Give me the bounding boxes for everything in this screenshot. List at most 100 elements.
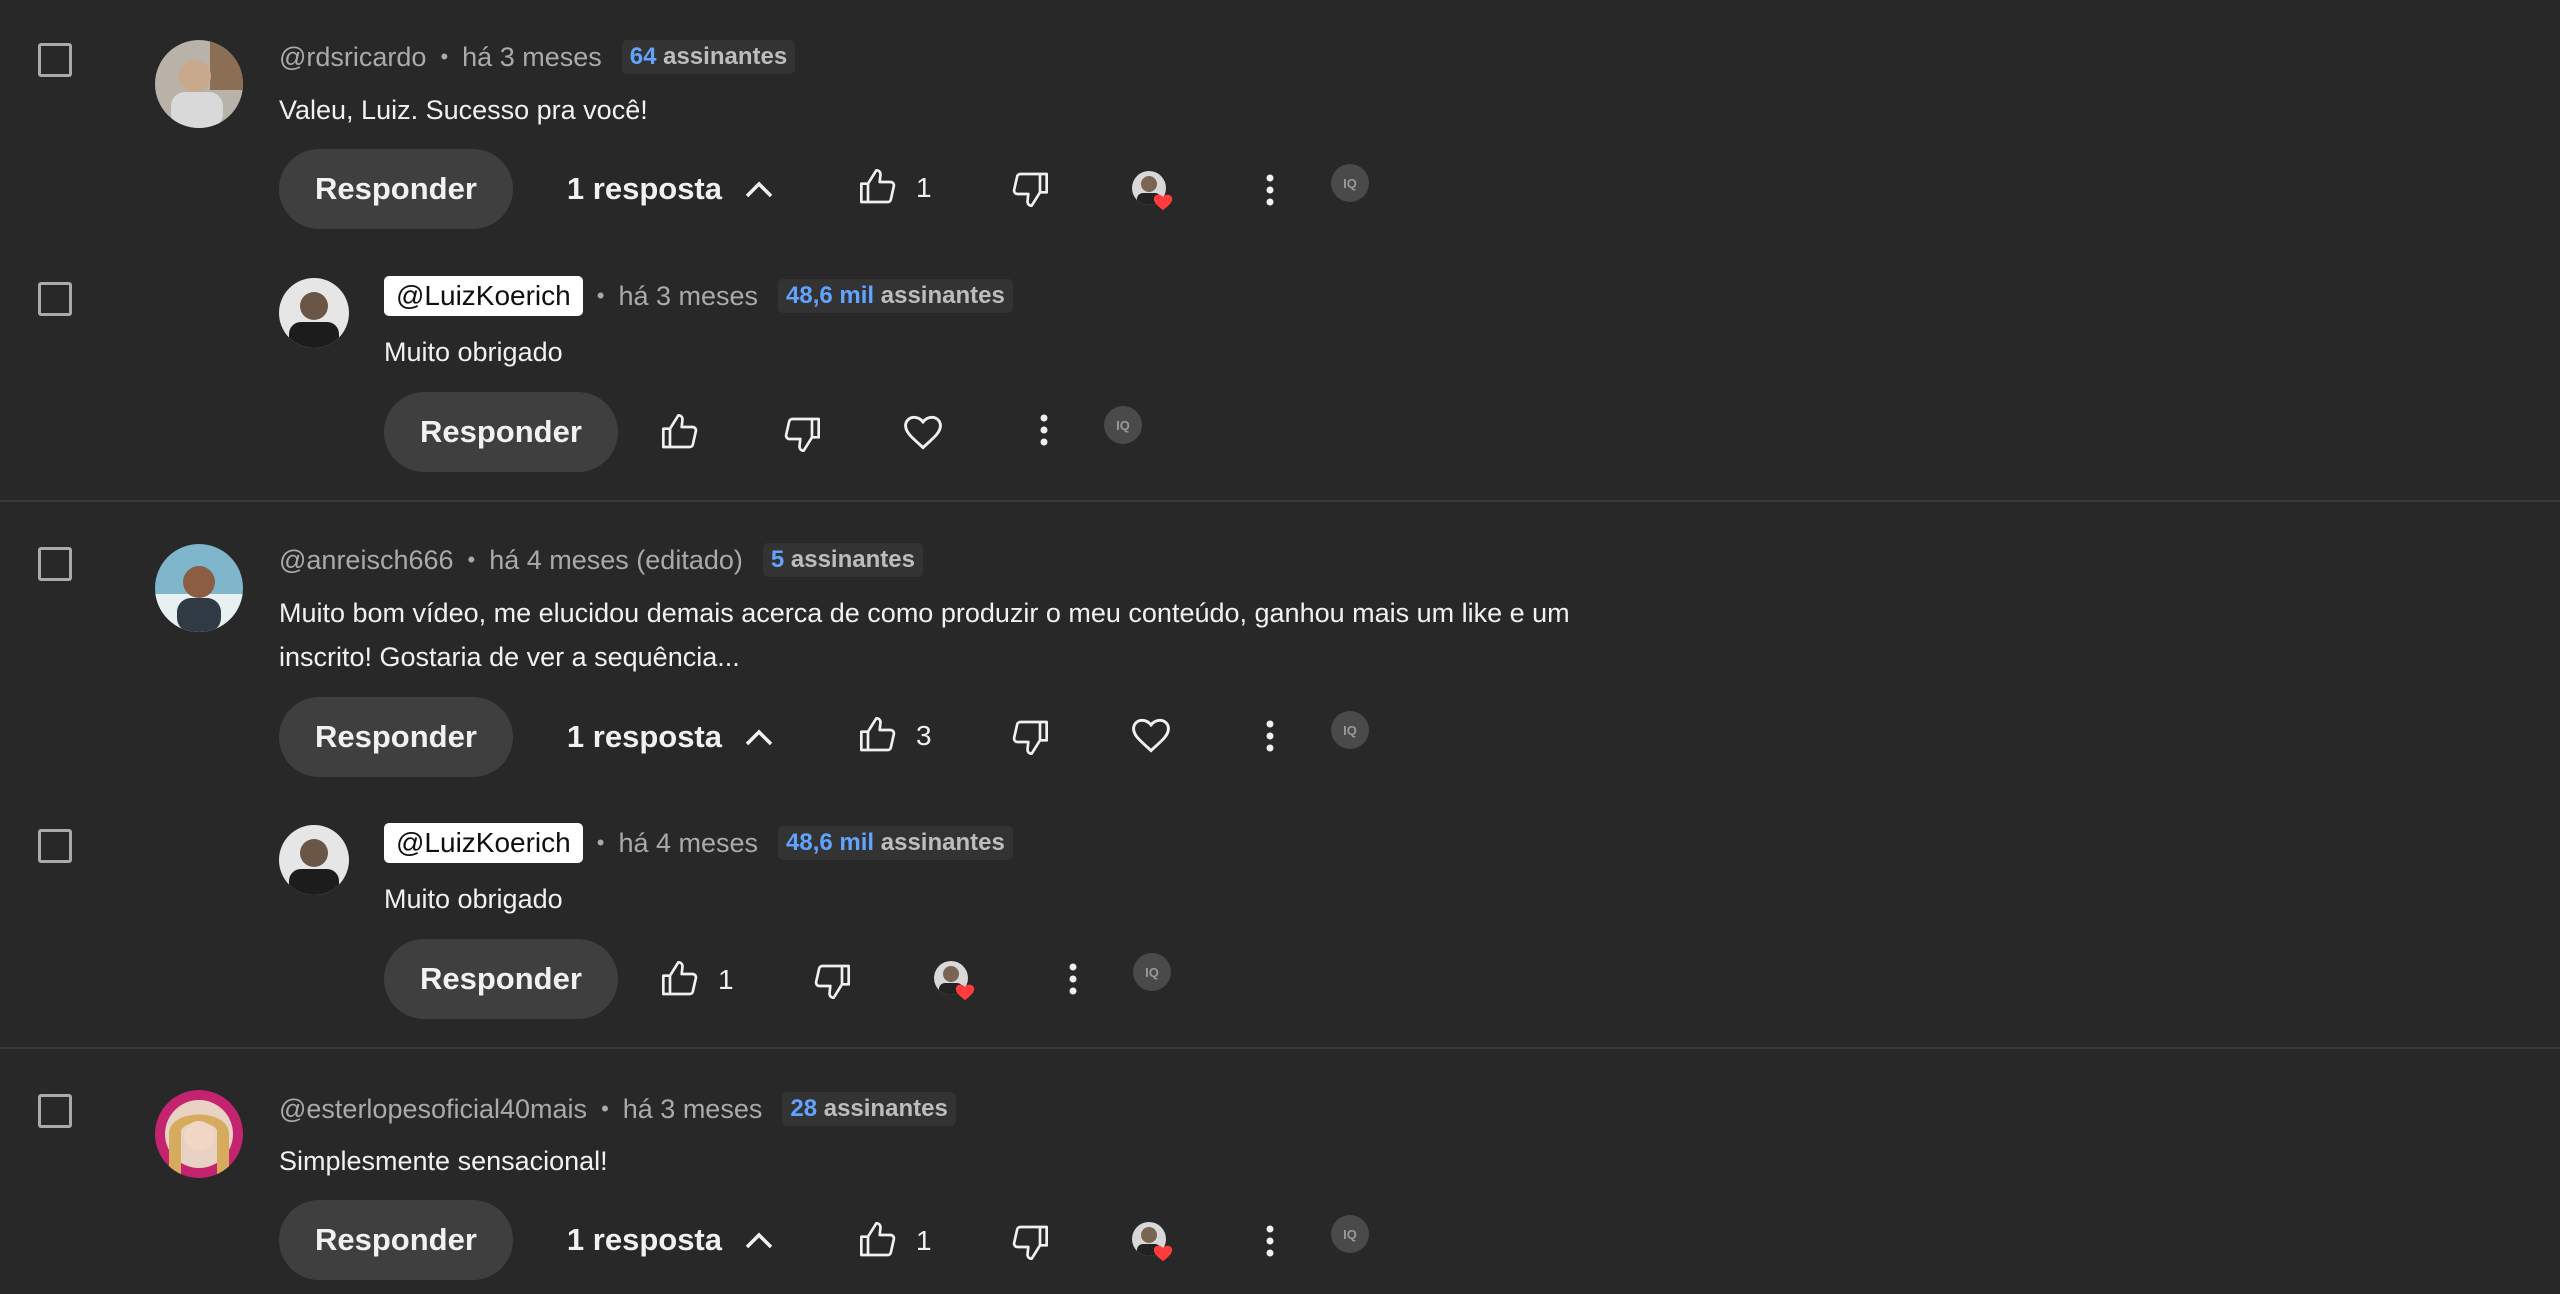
- like-button[interactable]: [658, 957, 702, 1001]
- more-vert-icon: [1040, 414, 1048, 446]
- thread-divider: [0, 500, 2560, 502]
- separator-dot: •: [596, 830, 605, 855]
- reply-button[interactable]: Responder: [279, 1200, 513, 1280]
- like-button[interactable]: [658, 410, 702, 454]
- author-handle[interactable]: @LuizKoerich: [384, 276, 583, 316]
- extension-badge[interactable]: IQ: [1331, 1215, 1369, 1253]
- subscriber-badge: 5 assinantes: [762, 543, 923, 577]
- more-vert-icon: [1069, 963, 1077, 995]
- subscriber-badge: 28 assinantes: [782, 1092, 956, 1126]
- comment-text-line: Muito bom vídeo, me elucidou demais acer…: [279, 598, 1570, 628]
- author-handle[interactable]: @esterlopesoficial40mais: [279, 1094, 587, 1125]
- avatar[interactable]: [279, 825, 349, 895]
- heart-icon: [1153, 194, 1173, 211]
- timestamp[interactable]: há 4 meses: [618, 828, 758, 859]
- creator-heart[interactable]: [1132, 171, 1173, 211]
- more-options-button[interactable]: [1255, 716, 1285, 756]
- author-handle[interactable]: @anreisch666: [279, 545, 454, 576]
- like-button[interactable]: [856, 1218, 900, 1262]
- comment-text: Muito bom vídeo, me elucidou demais acer…: [279, 591, 1570, 679]
- like-count: 1: [718, 964, 734, 995]
- avatar[interactable]: [155, 544, 243, 632]
- more-options-button[interactable]: [1058, 959, 1088, 999]
- separator-dot: •: [596, 283, 605, 308]
- timestamp[interactable]: há 3 meses: [623, 1094, 763, 1125]
- separator-dot: •: [440, 44, 449, 69]
- comment-text-line: inscrito! Gostaria de ver a sequência...: [279, 642, 740, 672]
- avatar[interactable]: [155, 40, 243, 128]
- extension-badge[interactable]: IQ: [1104, 406, 1142, 444]
- creator-heart[interactable]: [1132, 1222, 1173, 1262]
- extension-badge[interactable]: IQ: [1331, 711, 1369, 749]
- comment-header: @rdsricardo • há 3 meses 64 assinantes: [279, 37, 796, 77]
- like-count: 1: [916, 1225, 932, 1256]
- select-checkbox[interactable]: [38, 43, 72, 77]
- comment-actions: Responder 1 resposta: [279, 149, 774, 229]
- reply-button[interactable]: Responder: [384, 392, 618, 472]
- more-vert-icon: [1266, 720, 1274, 752]
- subscriber-badge: 48,6 mil assinantes: [778, 279, 1013, 313]
- select-checkbox[interactable]: [38, 829, 72, 863]
- thumbs-down-icon: [814, 964, 850, 999]
- subscriber-label: assinantes: [663, 43, 788, 70]
- subscriber-count: 5: [770, 546, 785, 573]
- select-checkbox[interactable]: [38, 1094, 72, 1128]
- heart-outline-icon: [904, 415, 942, 450]
- author-handle[interactable]: @LuizKoerich: [384, 823, 583, 863]
- thumbs-down-icon: [1012, 720, 1048, 755]
- thumbs-up-icon: [860, 1222, 896, 1257]
- timestamp[interactable]: há 3 meses: [462, 42, 602, 73]
- thumbs-up-icon: [860, 169, 896, 204]
- more-options-button[interactable]: [1255, 170, 1285, 210]
- heart-button[interactable]: [900, 410, 946, 454]
- comment-text: Simplesmente sensacional!: [279, 1146, 608, 1176]
- replies-toggle[interactable]: 1 resposta: [567, 1222, 774, 1258]
- replies-toggle[interactable]: 1 resposta: [567, 171, 774, 207]
- chevron-up-icon: [745, 1232, 773, 1249]
- replies-label: 1 resposta: [566, 719, 722, 754]
- creator-heart[interactable]: [934, 961, 975, 1001]
- extension-badge[interactable]: IQ: [1331, 164, 1369, 202]
- dislike-button[interactable]: [810, 959, 854, 1003]
- subscriber-label: assinantes: [790, 546, 915, 573]
- more-vert-icon: [1266, 1225, 1274, 1257]
- replies-toggle[interactable]: 1 resposta: [567, 719, 774, 755]
- dislike-button[interactable]: [1008, 1220, 1052, 1264]
- heart-button[interactable]: [1128, 713, 1174, 757]
- reply-button[interactable]: Responder: [384, 939, 618, 1019]
- replies-label: 1 resposta: [566, 171, 722, 206]
- reply-button[interactable]: Responder: [279, 149, 513, 229]
- more-options-button[interactable]: [1029, 410, 1059, 450]
- dislike-button[interactable]: [1008, 715, 1052, 759]
- thumbs-down-icon: [1012, 1225, 1048, 1260]
- avatar[interactable]: [279, 278, 349, 348]
- avatar[interactable]: [155, 1090, 243, 1178]
- select-checkbox[interactable]: [38, 282, 72, 316]
- comment-actions: Responder 1 resposta: [279, 697, 774, 777]
- separator-dot: •: [467, 547, 476, 572]
- comment-text: Muito obrigado: [384, 884, 563, 914]
- timestamp[interactable]: há 4 meses (editado): [489, 545, 743, 576]
- extension-badge[interactable]: IQ: [1133, 953, 1171, 991]
- more-vert-icon: [1266, 174, 1274, 206]
- dislike-button[interactable]: [780, 412, 824, 456]
- subscriber-count: 48,6 mil: [786, 829, 875, 856]
- comment-header: @esterlopesoficial40mais • há 3 meses 28…: [279, 1089, 956, 1129]
- like-button[interactable]: [856, 713, 900, 757]
- author-handle[interactable]: @rdsricardo: [279, 42, 426, 73]
- like-button[interactable]: [856, 165, 900, 209]
- timestamp[interactable]: há 3 meses: [618, 281, 758, 312]
- subscriber-count: 48,6 mil: [786, 282, 875, 309]
- reply-button[interactable]: Responder: [279, 697, 513, 777]
- comment-actions: Responder 1 resposta: [279, 1200, 774, 1280]
- more-options-button[interactable]: [1255, 1221, 1285, 1261]
- separator-dot: •: [601, 1096, 609, 1121]
- thumbs-down-icon: [1012, 172, 1048, 208]
- like-count: 3: [916, 720, 932, 751]
- select-checkbox[interactable]: [38, 547, 72, 581]
- dislike-button[interactable]: [1008, 167, 1052, 211]
- comment-header: @LuizKoerich • há 3 meses 48,6 mil assin…: [384, 276, 1013, 316]
- subscriber-label: assinantes: [880, 282, 1005, 309]
- subscriber-count: 64: [629, 43, 657, 70]
- comment-header: @LuizKoerich • há 4 meses 48,6 mil assin…: [384, 823, 1013, 863]
